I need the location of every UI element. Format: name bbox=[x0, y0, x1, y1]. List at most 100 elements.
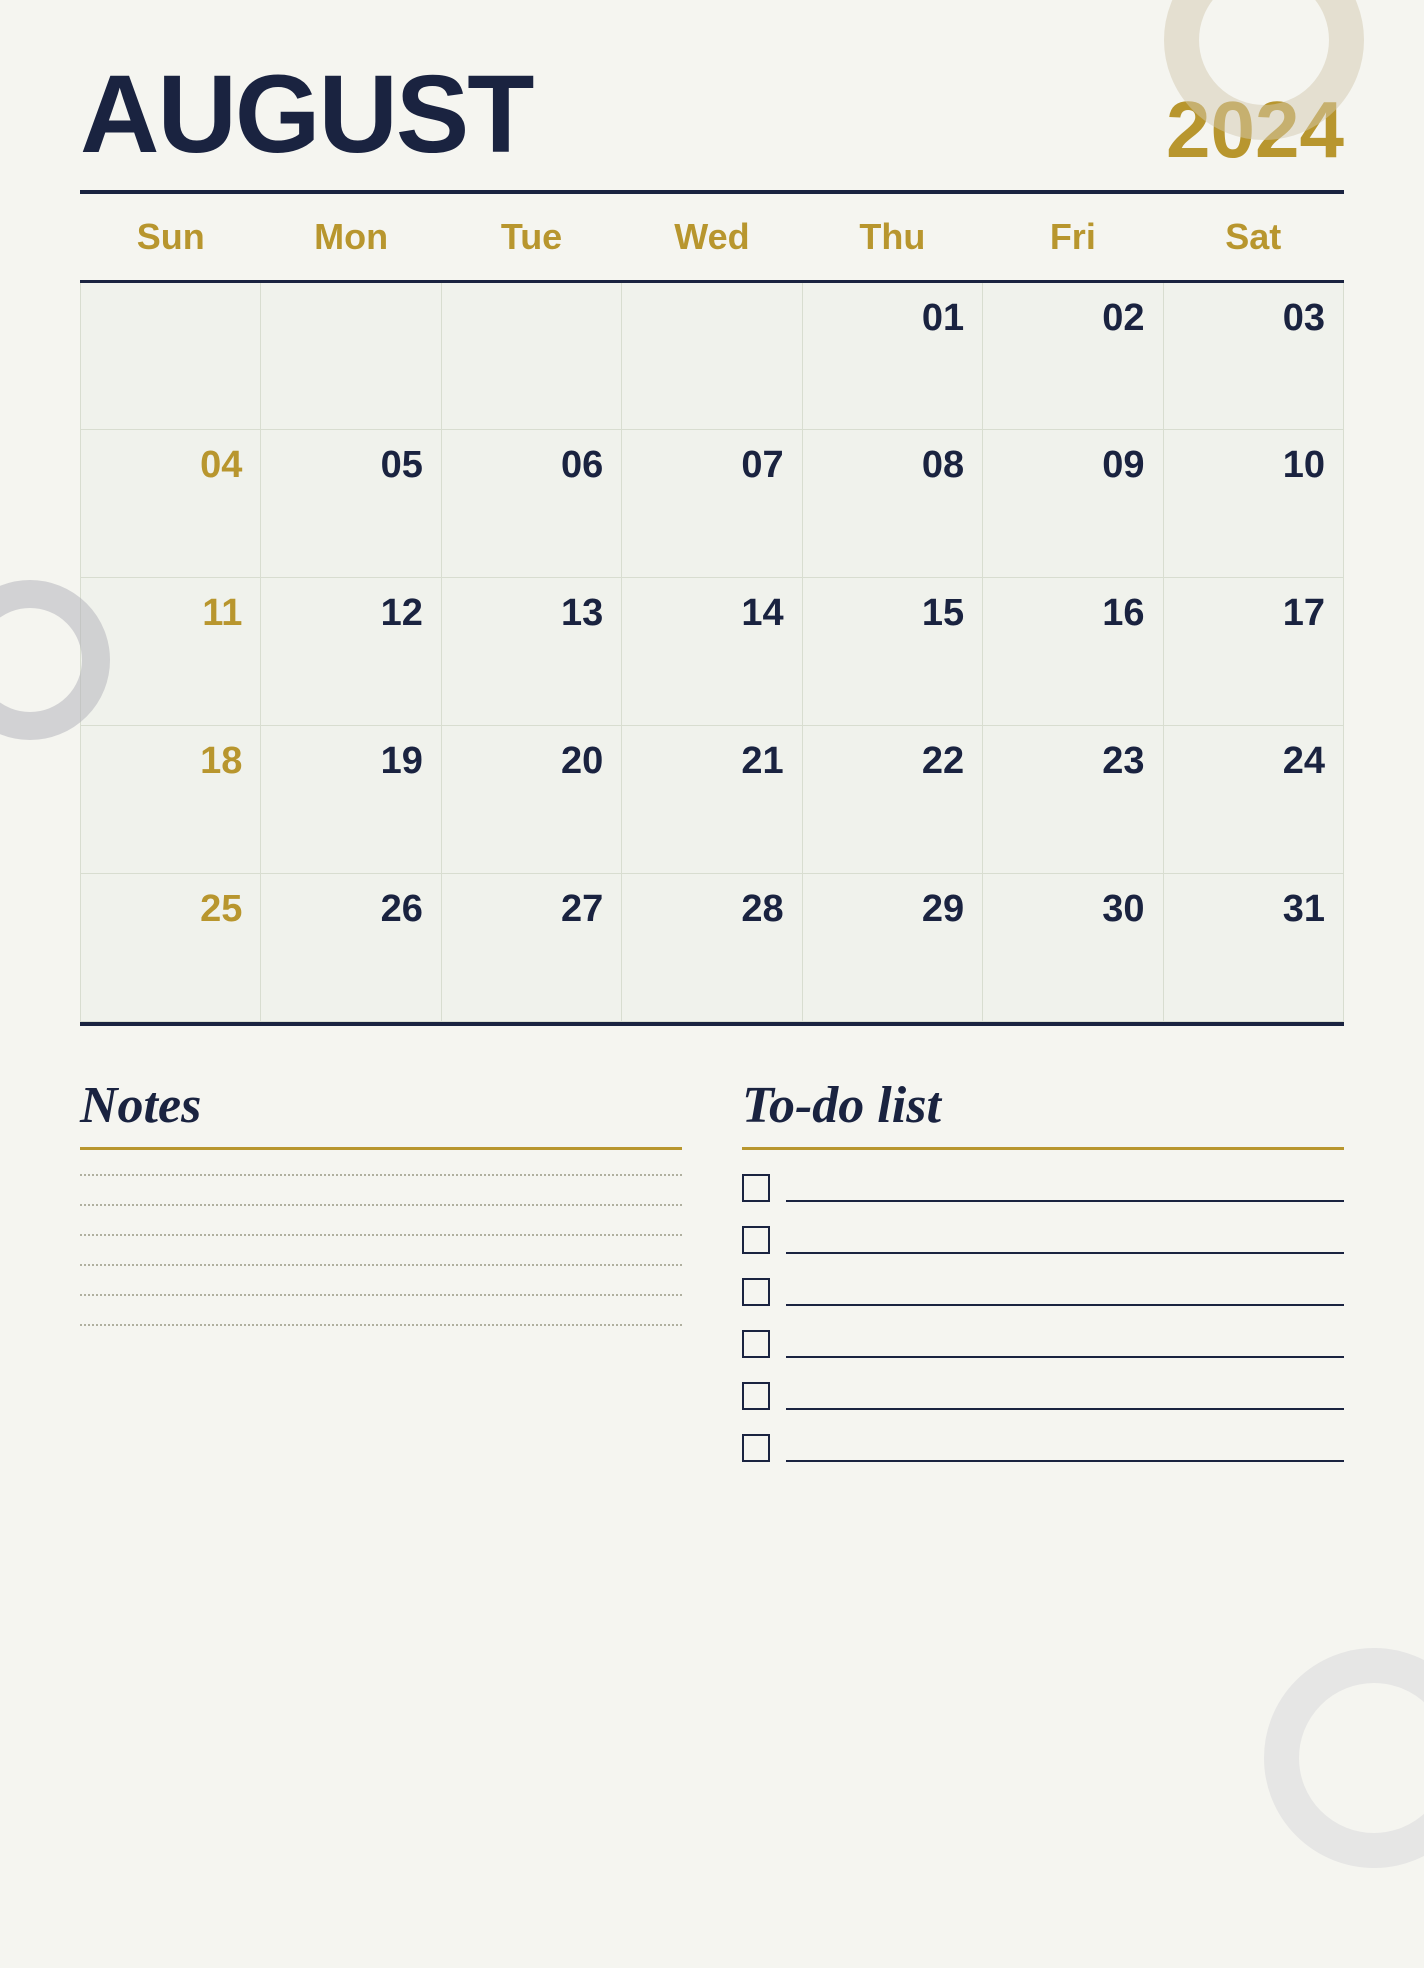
calendar-cell-w4-d3: 20 bbox=[441, 726, 621, 874]
todo-line-6 bbox=[786, 1434, 1344, 1462]
todo-line-2 bbox=[786, 1226, 1344, 1254]
todo-item-2 bbox=[742, 1226, 1344, 1254]
col-header-sun: Sun bbox=[81, 194, 261, 282]
todo-checkbox-6[interactable] bbox=[742, 1434, 770, 1462]
day-number-08: 08 bbox=[821, 444, 964, 487]
day-number-09: 09 bbox=[1001, 444, 1144, 487]
calendar-week-5: 25 26 27 28 29 30 31 bbox=[81, 874, 1344, 1022]
todo-line-3 bbox=[786, 1278, 1344, 1306]
col-header-wed: Wed bbox=[622, 194, 802, 282]
calendar-cell-w3-d5: 15 bbox=[802, 578, 982, 726]
calendar-cell-w5-d7: 31 bbox=[1163, 874, 1343, 1022]
decorative-circle-bottom-right bbox=[1264, 1648, 1424, 1868]
day-number-11: 11 bbox=[99, 592, 242, 635]
day-number-15: 15 bbox=[821, 592, 964, 635]
calendar-cell-w2-d5: 08 bbox=[802, 430, 982, 578]
day-number-17: 17 bbox=[1182, 592, 1325, 635]
calendar-table: Sun Mon Tue Wed Thu Fri Sat 01 02 03 04 05 06… bbox=[80, 194, 1344, 1022]
todo-underline bbox=[742, 1147, 1344, 1150]
col-header-mon: Mon bbox=[261, 194, 441, 282]
todo-checkbox-1[interactable] bbox=[742, 1174, 770, 1202]
calendar-cell-w5-d3: 27 bbox=[441, 874, 621, 1022]
calendar-cell-w4-d7: 24 bbox=[1163, 726, 1343, 874]
calendar-cell-w2-d3: 06 bbox=[441, 430, 621, 578]
col-header-thu: Thu bbox=[802, 194, 982, 282]
calendar-cell-w1-d3 bbox=[441, 282, 621, 430]
day-number-26: 26 bbox=[279, 888, 422, 931]
notes-title: Notes bbox=[80, 1076, 682, 1135]
calendar-cell-w1-d4 bbox=[622, 282, 802, 430]
calendar-cell-w3-d4: 14 bbox=[622, 578, 802, 726]
calendar-week-2: 04 05 06 07 08 09 10 bbox=[81, 430, 1344, 578]
notes-line-4 bbox=[80, 1264, 682, 1266]
day-number-21: 21 bbox=[640, 740, 783, 783]
todo-item-5 bbox=[742, 1382, 1344, 1410]
day-number-06: 06 bbox=[460, 444, 603, 487]
notes-line-6 bbox=[80, 1324, 682, 1326]
col-header-sat: Sat bbox=[1163, 194, 1343, 282]
calendar-cell-w5-d1: 25 bbox=[81, 874, 261, 1022]
calendar-cell-w3-d3: 13 bbox=[441, 578, 621, 726]
day-number-05: 05 bbox=[279, 444, 422, 487]
notes-section: Notes bbox=[80, 1076, 682, 1486]
page-container: AUGUST 2024 Sun Mon Tue Wed Thu Fri Sat … bbox=[0, 0, 1424, 1968]
day-number-28: 28 bbox=[640, 888, 783, 931]
day-number-13: 13 bbox=[460, 592, 603, 635]
calendar-cell-w4-d6: 23 bbox=[983, 726, 1163, 874]
calendar-cell-w4-d1: 18 bbox=[81, 726, 261, 874]
todo-title: To-do list bbox=[742, 1076, 1344, 1135]
calendar-cell-w4-d5: 22 bbox=[802, 726, 982, 874]
todo-checkbox-4[interactable] bbox=[742, 1330, 770, 1358]
day-number-01: 01 bbox=[821, 297, 964, 340]
todo-item-6 bbox=[742, 1434, 1344, 1462]
day-number-20: 20 bbox=[460, 740, 603, 783]
todo-item-3 bbox=[742, 1278, 1344, 1306]
notes-line-3 bbox=[80, 1234, 682, 1236]
todo-line-4 bbox=[786, 1330, 1344, 1358]
calendar-header-row: Sun Mon Tue Wed Thu Fri Sat bbox=[81, 194, 1344, 282]
calendar-cell-w5-d4: 28 bbox=[622, 874, 802, 1022]
calendar-cell-w1-d2 bbox=[261, 282, 441, 430]
todo-item-1 bbox=[742, 1174, 1344, 1202]
calendar-cell-w2-d7: 10 bbox=[1163, 430, 1343, 578]
calendar-cell-w3-d7: 17 bbox=[1163, 578, 1343, 726]
calendar-cell-w3-d2: 12 bbox=[261, 578, 441, 726]
calendar-cell-w1-d1 bbox=[81, 282, 261, 430]
calendar-cell-w1-d6: 02 bbox=[983, 282, 1163, 430]
calendar-week-1: 01 02 03 bbox=[81, 282, 1344, 430]
calendar-cell-w5-d5: 29 bbox=[802, 874, 982, 1022]
day-number-19: 19 bbox=[279, 740, 422, 783]
todo-line-1 bbox=[786, 1174, 1344, 1202]
bottom-border bbox=[80, 1022, 1344, 1026]
notes-line-2 bbox=[80, 1204, 682, 1206]
day-number-14: 14 bbox=[640, 592, 783, 635]
calendar-cell-w5-d2: 26 bbox=[261, 874, 441, 1022]
calendar-cell-w2-d4: 07 bbox=[622, 430, 802, 578]
day-number-18: 18 bbox=[99, 740, 242, 783]
todo-checkbox-5[interactable] bbox=[742, 1382, 770, 1410]
day-number-04: 04 bbox=[99, 444, 242, 487]
calendar-body: 01 02 03 04 05 06 07 08 09 10 11 12 13 14 15 16 17 18 19 20… bbox=[81, 282, 1344, 1022]
calendar-cell-w4-d2: 19 bbox=[261, 726, 441, 874]
todo-checkbox-3[interactable] bbox=[742, 1278, 770, 1306]
calendar-week-4: 18 19 20 21 22 23 24 bbox=[81, 726, 1344, 874]
todo-line-5 bbox=[786, 1382, 1344, 1410]
day-number-03: 03 bbox=[1182, 297, 1325, 340]
day-number-24: 24 bbox=[1182, 740, 1325, 783]
header: AUGUST 2024 bbox=[80, 60, 1344, 170]
todo-checkbox-2[interactable] bbox=[742, 1226, 770, 1254]
month-title: AUGUST bbox=[80, 60, 532, 170]
day-number-29: 29 bbox=[821, 888, 964, 931]
bottom-section: Notes To-do list bbox=[80, 1076, 1344, 1486]
calendar-cell-w4-d4: 21 bbox=[622, 726, 802, 874]
day-number-23: 23 bbox=[1001, 740, 1144, 783]
calendar-cell-w2-d2: 05 bbox=[261, 430, 441, 578]
calendar-cell-w1-d5: 01 bbox=[802, 282, 982, 430]
calendar-cell-w2-d6: 09 bbox=[983, 430, 1163, 578]
day-number-30: 30 bbox=[1001, 888, 1144, 931]
notes-line-1 bbox=[80, 1174, 682, 1176]
todo-section: To-do list bbox=[742, 1076, 1344, 1486]
calendar-cell-w1-d7: 03 bbox=[1163, 282, 1343, 430]
calendar-cell-w3-d6: 16 bbox=[983, 578, 1163, 726]
day-number-12: 12 bbox=[279, 592, 422, 635]
